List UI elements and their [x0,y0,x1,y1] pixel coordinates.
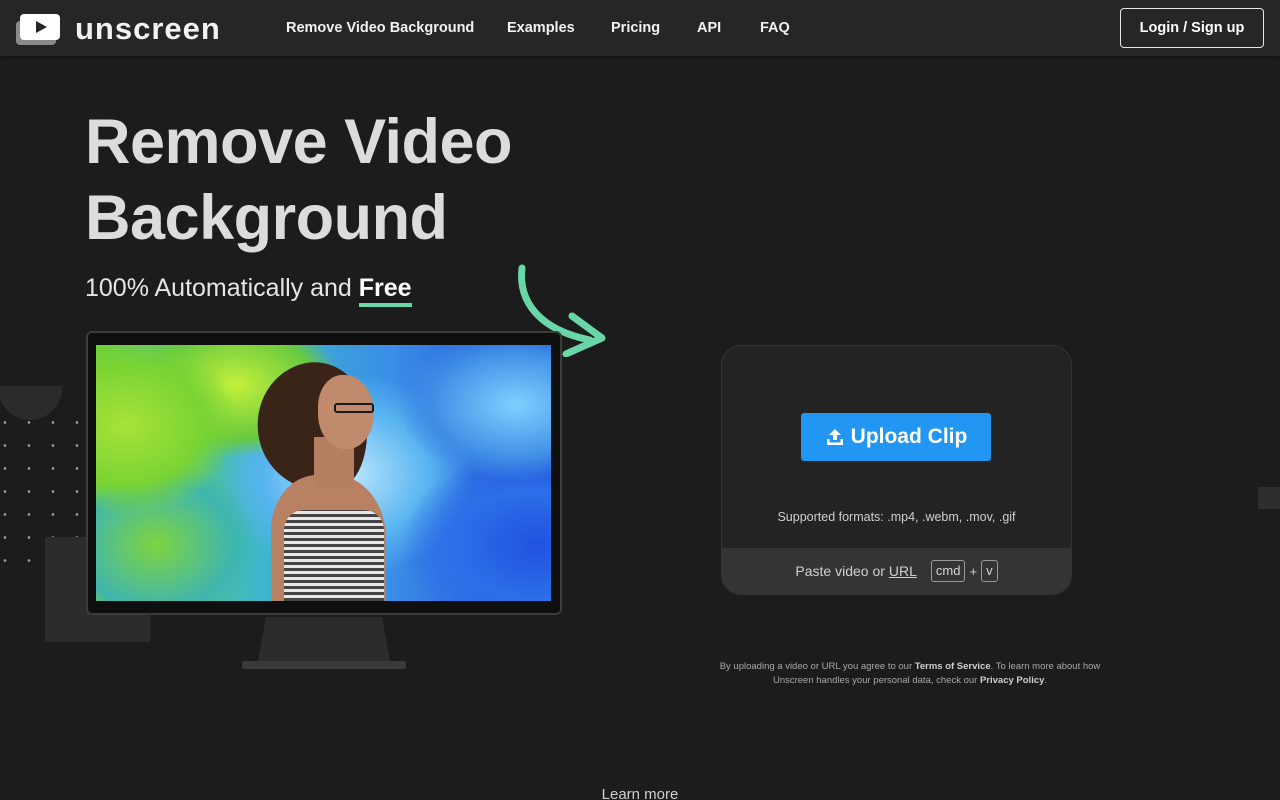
paste-hint: Paste video or URL cmd + v [722,560,1071,582]
legal-text: By uploading a video or URL you agree to… [719,661,915,672]
nav-api[interactable]: API [697,0,721,56]
top-navbar: unscreen Remove Video Background Example… [0,0,1280,56]
monitor-base [242,661,406,669]
logo[interactable]: unscreen [16,12,221,46]
demo-video [96,345,551,601]
title-line-1: Remove Video [85,107,513,177]
privacy-policy-link[interactable]: Privacy Policy [980,675,1044,686]
paste-url-link[interactable]: URL [889,563,917,579]
supported-formats: Supported formats: .mp4, .webm, .mov, .g… [777,510,1016,524]
page-title: Remove Video Background [85,104,605,256]
play-video-icon [16,13,61,45]
legal-notice: By uploading a video or URL you agree to… [710,660,1110,688]
upload-clip-label: Upload Clip [850,425,968,448]
terms-of-service-link[interactable]: Terms of Service [915,661,991,672]
paste-text: Paste video or [795,563,885,579]
title-line-2: Background [85,183,448,253]
monitor-stand [258,617,390,661]
upload-icon [826,429,843,445]
subtitle-text: 100% Automatically and [85,274,359,302]
cmd-key: cmd [930,560,966,582]
v-key: v [981,560,998,582]
subtitle-highlight: Free [358,274,412,307]
nav-faq[interactable]: FAQ [760,0,790,56]
learn-more-link[interactable]: Learn more [560,786,720,800]
person-sunglasses [334,403,374,413]
plus-sign: + [969,563,978,579]
decorative-square-right [1258,487,1280,509]
nav-pricing[interactable]: Pricing [611,0,660,56]
login-signup-button[interactable]: Login / Sign up [1120,8,1264,48]
legal-text: . [1044,675,1048,686]
person-striped-top [284,510,384,601]
logo-text: unscreen [75,11,221,46]
nav-remove-video-background[interactable]: Remove Video Background [286,0,474,56]
decorative-half-circle [0,386,62,420]
nav-examples[interactable]: Examples [507,0,575,56]
upload-clip-button[interactable]: Upload Clip [801,413,991,461]
hero-subtitle: 100% Automatically and Free [85,270,412,307]
